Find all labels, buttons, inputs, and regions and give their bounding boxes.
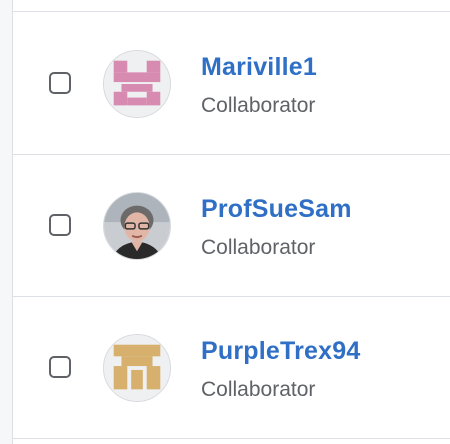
avatar[interactable] [103,334,171,402]
member-name-link[interactable]: Mariville1 [201,53,317,82]
avatar[interactable] [103,192,171,260]
member-row: Mariville1 Collaborator [13,11,450,155]
identicon-tan-icon [104,335,170,401]
member-checkbox[interactable] [49,72,71,94]
avatar[interactable] [103,50,171,118]
member-role: Collaborator [201,378,316,401]
member-row: PurpleTrex94 Collaborator [13,296,450,439]
member-list: Mariville1 Collaborator ProfSueSam Colla… [12,0,450,444]
member-name-link[interactable]: ProfSueSam [201,195,352,224]
member-name-link[interactable]: PurpleTrex94 [201,337,360,366]
member-checkbox[interactable] [49,214,71,236]
profile-photo-icon [104,193,170,259]
member-role: Collaborator [201,236,316,259]
member-checkbox[interactable] [49,356,71,378]
member-row: ProfSueSam Collaborator [13,154,450,297]
member-role: Collaborator [201,94,316,117]
identicon-pink-icon [104,51,170,117]
